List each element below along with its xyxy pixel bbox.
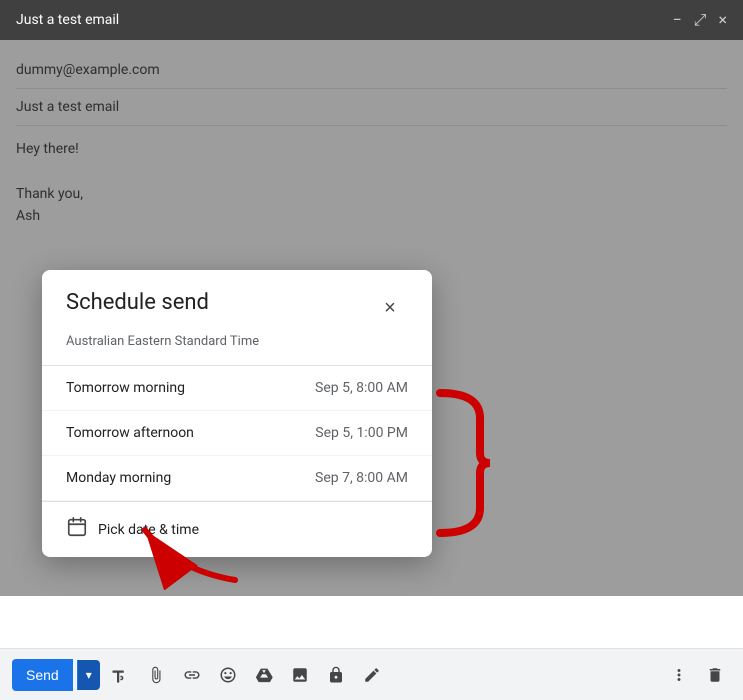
send-dropdown-button[interactable]: ▾ [77,660,100,690]
window-controls: − ⤢ × [672,10,727,30]
window-title: Just a test email [16,12,119,28]
modal-timezone: Australian Eastern Standard Time [42,334,432,365]
delete-icon[interactable] [699,659,731,691]
minimize-icon[interactable]: − [672,10,681,30]
close-icon[interactable]: × [718,10,727,30]
compose-header: Just a test email − ⤢ × [0,0,743,40]
attach-icon[interactable] [140,659,172,691]
pick-datetime-row[interactable]: Pick date & time [42,502,432,557]
compose-body: dummy@example.com Just a test email Hey … [0,40,743,648]
modal-header: Schedule send × [42,270,432,334]
schedule-option-tomorrow-morning[interactable]: Tomorrow morning Sep 5, 8:00 AM [42,366,432,411]
schedule-option-tomorrow-afternoon[interactable]: Tomorrow afternoon Sep 5, 1:00 PM [42,411,432,456]
option-label-0: Tomorrow morning [66,380,185,396]
option-label-2: Monday morning [66,470,171,486]
drive-icon[interactable] [248,659,280,691]
option-label-1: Tomorrow afternoon [66,425,194,441]
option-time-1: Sep 5, 1:00 PM [315,425,408,441]
option-time-2: Sep 7, 8:00 AM [315,470,408,486]
photo-icon[interactable] [284,659,316,691]
option-time-0: Sep 5, 8:00 AM [315,380,408,396]
modal-title: Schedule send [66,290,209,315]
confidential-icon[interactable] [320,659,352,691]
more-options-icon[interactable] [663,659,695,691]
schedule-option-monday-morning[interactable]: Monday morning Sep 7, 8:00 AM [42,456,432,501]
maximize-icon[interactable]: ⤢ [694,10,707,30]
calendar-icon [66,516,88,543]
emoji-icon[interactable] [212,659,244,691]
modal-close-button[interactable]: × [372,290,408,326]
compose-window: Just a test email − ⤢ × dummy@example.co… [0,0,743,700]
send-button[interactable]: Send [12,659,73,691]
schedule-send-modal: Schedule send × Australian Eastern Stand… [42,270,432,557]
pick-datetime-label: Pick date & time [98,522,199,538]
compose-toolbar: Send ▾ [0,648,743,700]
link-icon[interactable] [176,659,208,691]
format-text-icon[interactable] [104,659,136,691]
signature-icon[interactable] [356,659,388,691]
